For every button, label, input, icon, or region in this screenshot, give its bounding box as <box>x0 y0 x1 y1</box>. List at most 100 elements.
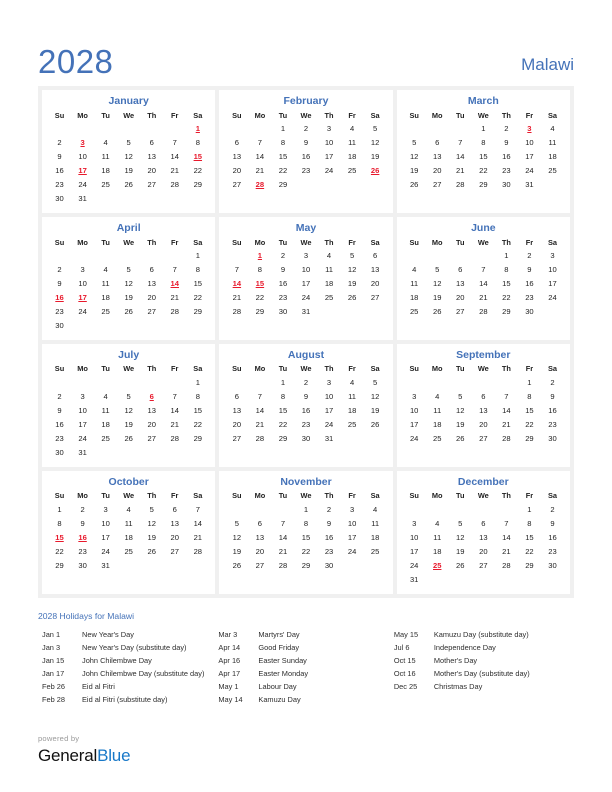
day-cell-holiday: 1 <box>257 251 263 261</box>
month-name: November <box>280 475 332 488</box>
day-cell: 12 <box>370 392 380 402</box>
day-cell: 9 <box>527 265 532 275</box>
week-row: 3 4 5 6 7 8 9 <box>403 390 564 404</box>
day-cell: 10 <box>548 265 557 275</box>
weekday-header: Su <box>54 110 65 120</box>
day-cell-empty <box>94 446 117 460</box>
weekday-header: Tu <box>101 491 110 501</box>
day-cell-empty <box>140 376 163 390</box>
day-cell: 22 <box>525 547 534 557</box>
day-cell: 12 <box>147 519 156 529</box>
day-cell: 8 <box>195 138 200 148</box>
day-cell: 24 <box>301 293 311 303</box>
day-cell-holiday: 17 <box>78 293 87 303</box>
day-cell-empty <box>426 573 449 587</box>
day-cell: 10 <box>101 519 110 529</box>
day-cell: 23 <box>55 307 64 317</box>
week-row: 14 15 16 17 18 19 20 <box>225 277 386 291</box>
day-cell: 22 <box>278 166 288 176</box>
day-cell-empty <box>403 122 426 136</box>
day-cell: 2 <box>57 138 62 148</box>
weekday-header: Th <box>324 364 334 374</box>
day-cell-empty <box>48 122 71 136</box>
day-cell-empty <box>225 503 248 517</box>
day-cell: 3 <box>303 251 309 261</box>
day-cell: 12 <box>124 279 133 289</box>
day-cell: 17 <box>409 420 419 430</box>
holiday-date: Mar 3 <box>218 630 238 640</box>
day-cell: 13 <box>170 519 179 529</box>
day-cell: 8 <box>303 519 309 529</box>
day-cell-empty <box>364 178 387 192</box>
weekday-header: Su <box>54 491 65 501</box>
day-cell: 10 <box>78 406 87 416</box>
day-cell: 5 <box>126 265 131 275</box>
day-cell: 16 <box>324 533 334 543</box>
day-cell: 24 <box>347 547 357 557</box>
day-cell: 28 <box>502 434 511 444</box>
weekday-header: We <box>123 364 135 374</box>
weekday-header: Fr <box>348 491 356 501</box>
day-cell: 4 <box>126 505 131 515</box>
day-cell: 10 <box>78 279 87 289</box>
week-row: 30 31 <box>48 446 209 460</box>
day-cell: 4 <box>435 519 440 529</box>
day-cell-empty <box>163 122 186 136</box>
day-cell: 5 <box>458 519 463 529</box>
weekday-header: Mo <box>431 237 443 247</box>
day-cell-empty <box>163 249 186 263</box>
weekday-header: Fr <box>525 237 534 247</box>
weekday-header-row: Su Mo Tu We Th Fr Sa <box>403 365 564 375</box>
holiday-list-item: Feb 26 Eid al Fitri <box>42 683 218 691</box>
day-cell: 23 <box>525 293 534 303</box>
day-cell: 23 <box>502 166 511 176</box>
holiday-date: Dec 25 <box>393 682 418 692</box>
day-cell: 7 <box>257 138 263 148</box>
weekday-header: Tu <box>278 110 288 120</box>
week-row: 15 16 17 18 19 20 21 <box>48 531 209 545</box>
day-cell: 24 <box>324 166 334 176</box>
day-cell: 28 <box>232 307 242 317</box>
weekday-header: Tu <box>101 110 110 120</box>
weekday-header: We <box>300 491 312 501</box>
day-cell-empty <box>117 192 140 206</box>
day-cell: 7 <box>458 138 463 148</box>
month-card-april: April Su Mo Tu We Th Fr Sa 1 2 3 4 5 6 7 8 9 10 11 12 13 14 15… <box>42 216 216 340</box>
week-row: 7 8 9 10 11 12 13 <box>225 263 386 277</box>
day-cell-empty <box>71 376 94 390</box>
week-row: 27 28 29 30 31 <box>225 432 386 446</box>
weekday-header: Th <box>147 237 157 247</box>
holidays-column: May 15 Kamuzu Day (substitute day) Jul 6 In… <box>394 631 574 709</box>
weekday-header: Mo <box>77 237 88 247</box>
day-cell: 7 <box>504 519 509 529</box>
page-header: 2028 Malawi <box>38 0 574 78</box>
day-cell-empty <box>48 249 71 263</box>
day-cell: 6 <box>149 138 154 148</box>
day-cell: 15 <box>525 406 534 416</box>
day-cell: 29 <box>479 180 488 190</box>
holiday-list-item: Jan 1 New Year's Day <box>42 631 218 639</box>
day-cell-empty <box>472 503 495 517</box>
month-name: December <box>457 475 509 488</box>
weekday-header: Mo <box>254 237 266 247</box>
day-cell: 21 <box>232 293 242 303</box>
day-cell: 26 <box>433 307 442 317</box>
day-cell: 26 <box>347 293 357 303</box>
day-cell: 25 <box>370 547 380 557</box>
month-table: Su Mo Tu We Th Fr Sa 1 2 3 4 5 6 7 8 9 10 11 12 13 14 15 16 17 1… <box>225 110 387 192</box>
day-cell: 24 <box>78 180 87 190</box>
day-cell: 8 <box>527 392 532 402</box>
day-cell-empty <box>495 503 518 517</box>
day-cell: 14 <box>255 152 265 162</box>
day-cell: 6 <box>234 392 239 402</box>
day-cell: 18 <box>370 533 380 543</box>
day-cell: 16 <box>301 406 311 416</box>
day-cell: 5 <box>126 138 131 148</box>
day-cell: 30 <box>55 448 64 458</box>
day-cell: 2 <box>550 378 555 388</box>
day-cell: 29 <box>525 561 534 571</box>
day-cell: 19 <box>347 279 357 289</box>
day-cell: 4 <box>349 124 355 134</box>
day-cell: 9 <box>504 138 509 148</box>
day-cell: 12 <box>347 265 357 275</box>
